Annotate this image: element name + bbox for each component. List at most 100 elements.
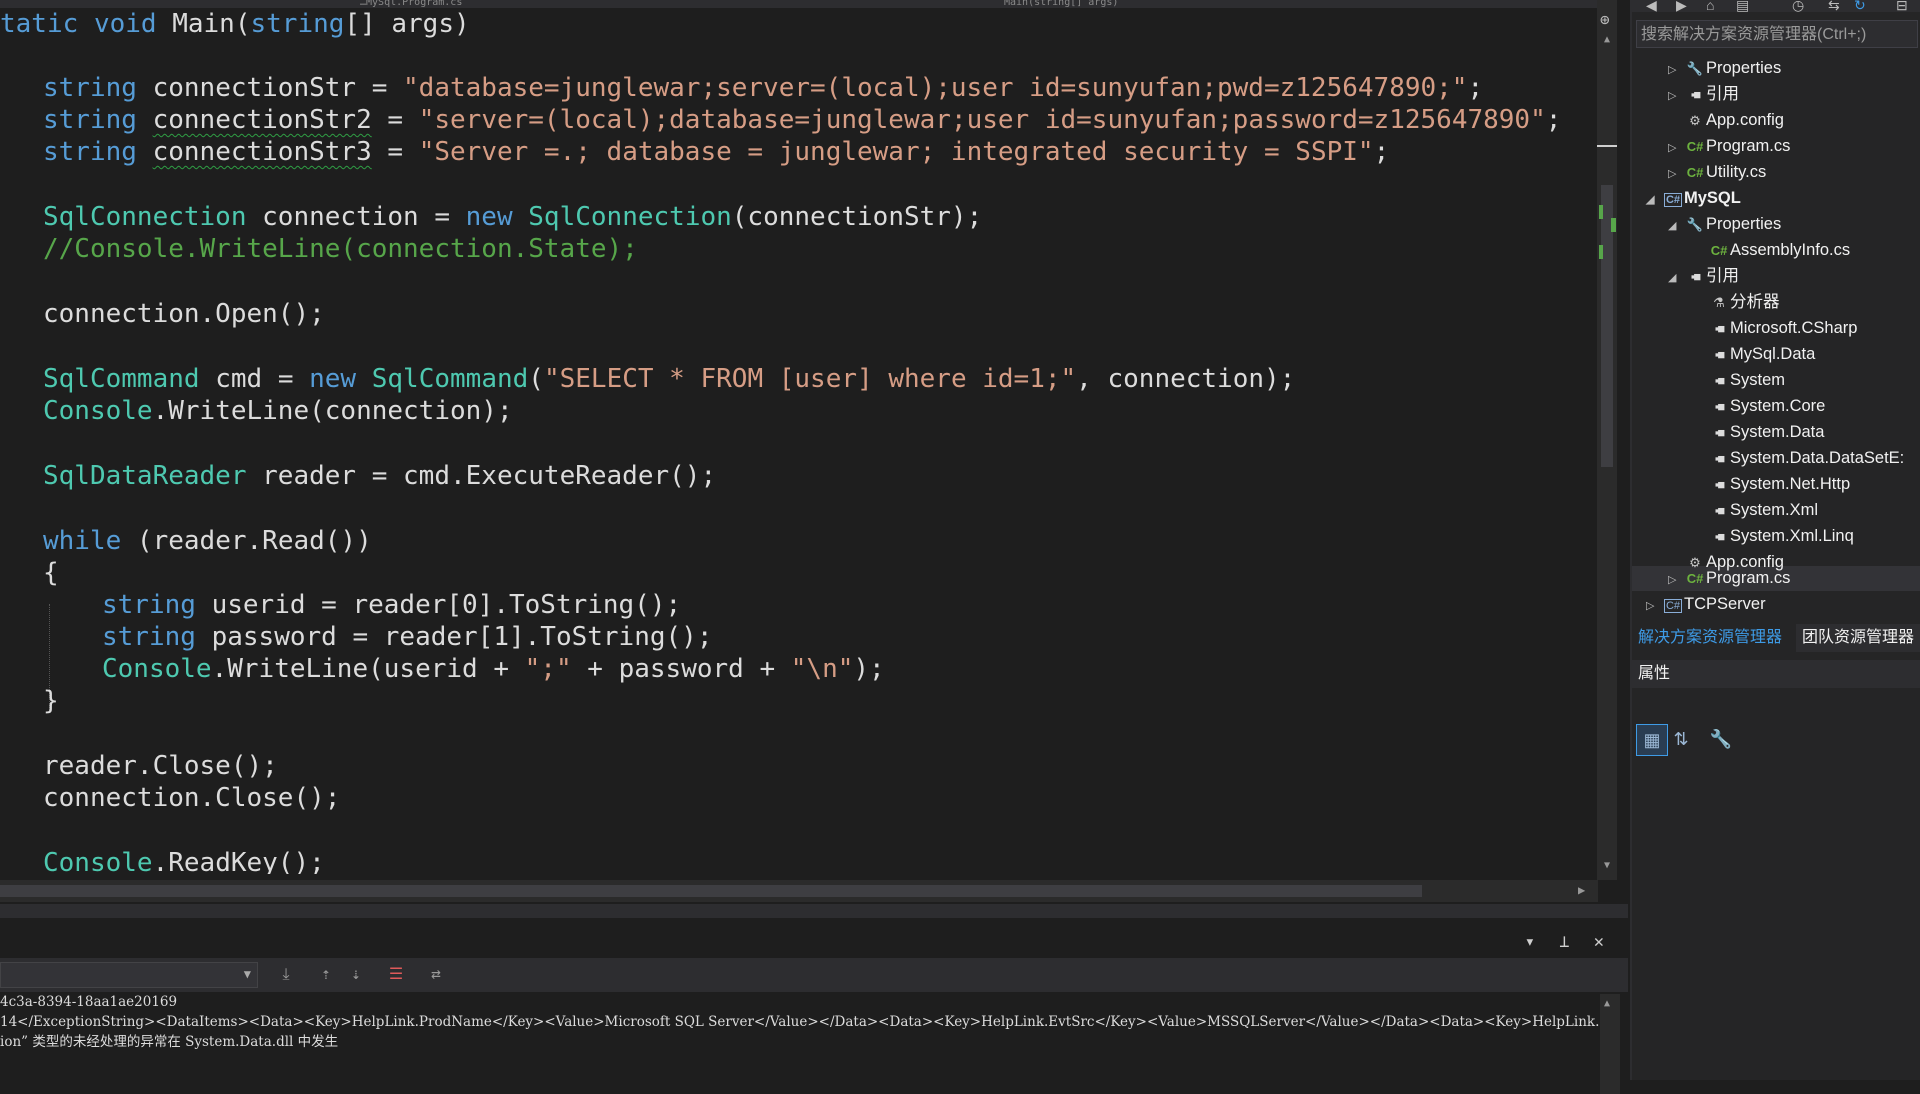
expand-arrow-icon[interactable]: ▷ (1668, 58, 1684, 83)
output-line: 14</ExceptionString><DataItems><Data><Ke… (0, 1014, 1600, 1030)
output-vertical-scrollbar[interactable]: ▲ (1600, 994, 1620, 1094)
properties-toolbar: ▦ ⇅ 🔧 (1632, 724, 1920, 758)
collapse-arrow-icon[interactable]: ◢ (1668, 266, 1684, 291)
code-line: while (reader.Read()) (43, 526, 372, 556)
code-line: connection.Open(); (43, 299, 325, 329)
tree-item-app-config[interactable]: ⚙ App.config (1668, 108, 1784, 133)
tree-item-references[interactable]: ▷ ▪■ 引用 (1668, 82, 1739, 107)
output-title-bar (0, 904, 1628, 918)
scroll-up-arrow-icon[interactable]: ▲ (1604, 998, 1610, 1009)
code-line: SqlDataReader reader = cmd.ExecuteReader… (43, 461, 717, 491)
scrollbar-thumb[interactable] (0, 885, 1422, 897)
properties-title: 属性 (1632, 660, 1920, 688)
switch-views-icon[interactable]: ▤ (1736, 0, 1749, 14)
tab-solution-explorer[interactable]: 解决方案资源管理器 (1632, 624, 1789, 652)
sync-icon[interactable]: ⇆ (1828, 0, 1840, 14)
wrench-icon: 🔧 (1686, 61, 1704, 76)
tree-item-reference[interactable]: ▪■ System.Data.DataSetE: (1692, 446, 1904, 471)
analyzer-icon: ⚗ (1713, 295, 1725, 310)
solution-explorer-search-input[interactable]: 搜索解决方案资源管理器(Ctrl+;) (1636, 20, 1918, 48)
code-line: } (43, 686, 59, 716)
tree-item-properties[interactable]: ▷ 🔧 Properties (1668, 56, 1781, 81)
tree-item-program-cs[interactable]: ▷ C# Program.cs (1668, 566, 1790, 591)
editor-horizontal-scrollbar[interactable]: ▶ (0, 880, 1598, 902)
reference-icon: ▪■ (1714, 529, 1725, 544)
reference-icon: ▪■ (1714, 321, 1725, 336)
reference-icon: ▪■ (1714, 347, 1725, 362)
tree-item-program-cs[interactable]: ▷ C# Program.cs (1668, 134, 1790, 159)
word-wrap-icon[interactable]: ⇄ (424, 962, 448, 986)
alphabetical-sort-icon[interactable]: ⇅ (1666, 724, 1696, 754)
file-navigation-combo[interactable]: …MySql.Program.cs (360, 0, 760, 8)
next-message-icon[interactable]: ⇣ (344, 962, 368, 986)
code-line: Console.ReadKey(); (43, 848, 325, 874)
pending-changes-icon[interactable]: ◷ (1792, 0, 1804, 14)
collapse-arrow-icon[interactable]: ◢ (1668, 214, 1684, 239)
output-toolbar: ▼ ⤓ ⇡ ⇣ ☰ ⇄ (0, 958, 1628, 992)
change-marker (1611, 218, 1616, 232)
expand-arrow-icon[interactable]: ▷ (1668, 162, 1684, 187)
member-navigation-combo[interactable]: Main(string[] args) (1004, 0, 1304, 8)
code-area[interactable]: tatic void Main(string[] args) string co… (0, 8, 1595, 874)
output-window: ▾ ⊥ ✕ ▼ ⤓ ⇡ ⇣ ☰ ⇄ 4c3a-8394-18aa1ae20169… (0, 904, 1628, 1094)
code-line: Console.WriteLine(connection); (43, 396, 513, 426)
csharp-file-icon: C# (1686, 571, 1704, 586)
property-pages-icon[interactable]: 🔧 (1706, 724, 1736, 754)
pin-icon[interactable]: ⊥ (1559, 932, 1569, 952)
output-text[interactable]: 4c3a-8394-18aa1ae20169 14</ExceptionStri… (0, 994, 1600, 1090)
collapse-arrow-icon[interactable]: ◢ (1646, 188, 1662, 213)
categorized-icon[interactable]: ▦ (1636, 724, 1668, 756)
code-line: SqlConnection connection = new SqlConnec… (43, 202, 983, 232)
scroll-down-arrow-icon[interactable]: ▼ (1601, 860, 1613, 871)
tree-item-reference[interactable]: ▪■ System (1692, 368, 1785, 393)
reference-icon: ▪■ (1714, 373, 1725, 388)
tree-item-reference[interactable]: ▪■ System.Xml (1692, 498, 1818, 523)
tree-item-reference[interactable]: ▪■ System.Core (1692, 394, 1826, 419)
caret-position-marker (1597, 145, 1617, 147)
change-marker (1599, 245, 1603, 259)
refresh-icon[interactable]: ↻ (1854, 0, 1866, 14)
close-icon[interactable]: ✕ (1594, 932, 1604, 952)
code-editor[interactable]: …MySql.Program.cs Main(string[] args) ta… (0, 0, 1598, 880)
tree-item-utility-cs[interactable]: ▷ C# Utility.cs (1668, 160, 1766, 185)
scroll-up-arrow-icon[interactable]: ▲ (1601, 34, 1613, 45)
forward-icon[interactable]: ▶ (1676, 0, 1687, 14)
find-message-icon[interactable]: ⤓ (274, 962, 298, 986)
window-controls: ▾ ⊥ ✕ (1511, 932, 1604, 952)
tree-item-reference[interactable]: ▪■ Microsoft.CSharp (1692, 316, 1858, 341)
tree-item-reference[interactable]: ▪■ System.Net.Http (1692, 472, 1850, 497)
change-marker (1599, 205, 1603, 219)
references-icon: ▪■ (1690, 87, 1701, 102)
config-icon: ⚙ (1689, 113, 1701, 128)
tree-item-assemblyinfo-cs[interactable]: C# AssemblyInfo.cs (1692, 238, 1850, 263)
tree-item-reference[interactable]: ▪■ System.Data (1692, 420, 1825, 445)
code-line: Console.WriteLine(userid + ";" + passwor… (102, 654, 885, 684)
output-source-select[interactable]: ▼ (0, 962, 258, 988)
expand-arrow-icon[interactable]: ▷ (1668, 84, 1684, 109)
collapse-all-icon[interactable]: ⊟ (1896, 0, 1908, 14)
split-window-icon[interactable]: ⊕ (1600, 10, 1610, 29)
tree-item-references[interactable]: ◢ ▪■ 引用 (1668, 264, 1739, 289)
scroll-right-arrow-icon[interactable]: ▶ (1578, 883, 1585, 897)
csharp-file-icon: C# (1710, 243, 1728, 258)
tree-item-reference[interactable]: ▪■ MySql.Data (1692, 342, 1816, 367)
tree-item-reference[interactable]: ▪■ System.Xml.Linq (1692, 524, 1854, 549)
reference-icon: ▪■ (1714, 451, 1725, 466)
clear-all-icon[interactable]: ☰ (384, 962, 408, 986)
editor-vertical-scrollbar[interactable]: ⊕ ▲ ▼ (1597, 0, 1617, 880)
wrench-icon: 🔧 (1686, 217, 1704, 232)
home-icon[interactable]: ⌂ (1706, 0, 1714, 13)
properties-grid (1632, 764, 1920, 1080)
chevron-down-icon: ▼ (243, 967, 251, 981)
previous-message-icon[interactable]: ⇡ (314, 962, 338, 986)
tree-item-analyzers[interactable]: ⚗ 分析器 (1692, 290, 1779, 315)
tab-team-explorer[interactable]: 团队资源管理器 (1796, 624, 1920, 652)
expand-arrow-icon[interactable]: ▷ (1668, 568, 1684, 593)
tree-item-mysql-project[interactable]: ◢ C# MySQL (1646, 186, 1741, 211)
back-icon[interactable]: ◀ (1646, 0, 1657, 14)
expand-arrow-icon[interactable]: ▷ (1646, 594, 1662, 619)
dropdown-arrow-icon[interactable]: ▾ (1525, 932, 1535, 952)
tree-item-tcpserver-project[interactable]: ▷ C# TCPServer (1646, 592, 1766, 617)
expand-arrow-icon[interactable]: ▷ (1668, 136, 1684, 161)
tree-item-properties[interactable]: ◢ 🔧 Properties (1668, 212, 1781, 237)
